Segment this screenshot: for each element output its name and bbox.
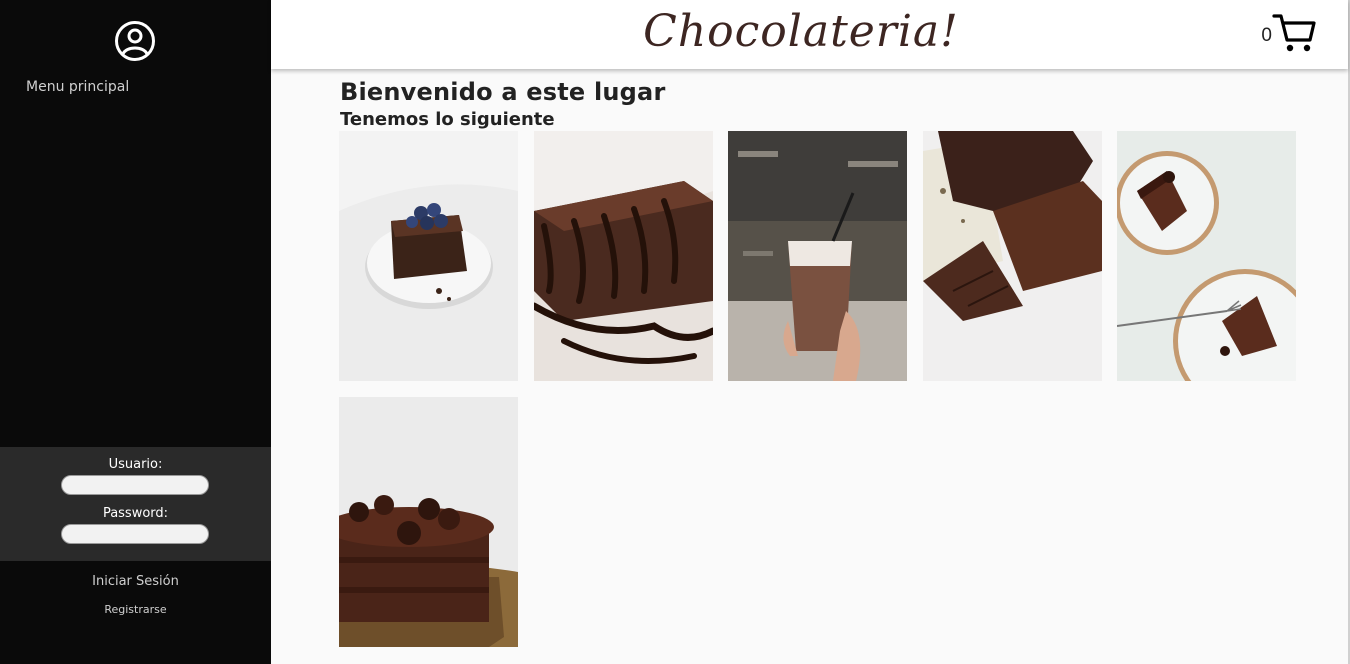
login-button[interactable]: Iniciar Sesión [0,574,271,589]
brand-logo[interactable]: Chocolateria! [271,6,1331,57]
password-label: Password: [102,506,169,521]
product-tile[interactable] [534,131,713,381]
brownie-chocolate-drizzle-photo-icon [534,131,713,381]
brownie-blueberries-photo-icon [339,131,518,381]
login-form: Usuario: Password: [0,447,271,561]
page-title: Bienvenido a este lugar [340,78,666,106]
user-circle-icon[interactable] [114,20,156,62]
product-tile[interactable] [923,131,1102,381]
product-tile[interactable] [339,397,518,647]
page-subtitle: Tenemos lo siguiente [340,109,555,130]
username-input[interactable] [61,475,209,495]
chocolate-bars-photo-icon [923,131,1102,381]
sidebar: Menu principal Usuario: Password: Inicia… [0,0,271,664]
iced-chocolate-drink-photo-icon [728,131,907,381]
product-tile[interactable] [339,131,518,381]
product-tile[interactable] [1117,131,1296,381]
chocolate-cake-slices-photo-icon [1117,131,1296,381]
header: Chocolateria! 0 [271,0,1348,69]
main-content: Bienvenido a este lugar Tenemos lo sigui… [340,78,665,130]
product-tile[interactable] [728,131,907,381]
menu-principal-link[interactable]: Menu principal [26,79,129,95]
username-label: Usuario: [108,457,163,472]
register-link[interactable]: Registrarse [0,603,271,616]
cart-count: 0 [1261,25,1272,46]
chocolate-truffle-cake-photo-icon [339,397,518,647]
password-input[interactable] [61,524,209,544]
shopping-cart-icon[interactable] [1272,12,1316,54]
